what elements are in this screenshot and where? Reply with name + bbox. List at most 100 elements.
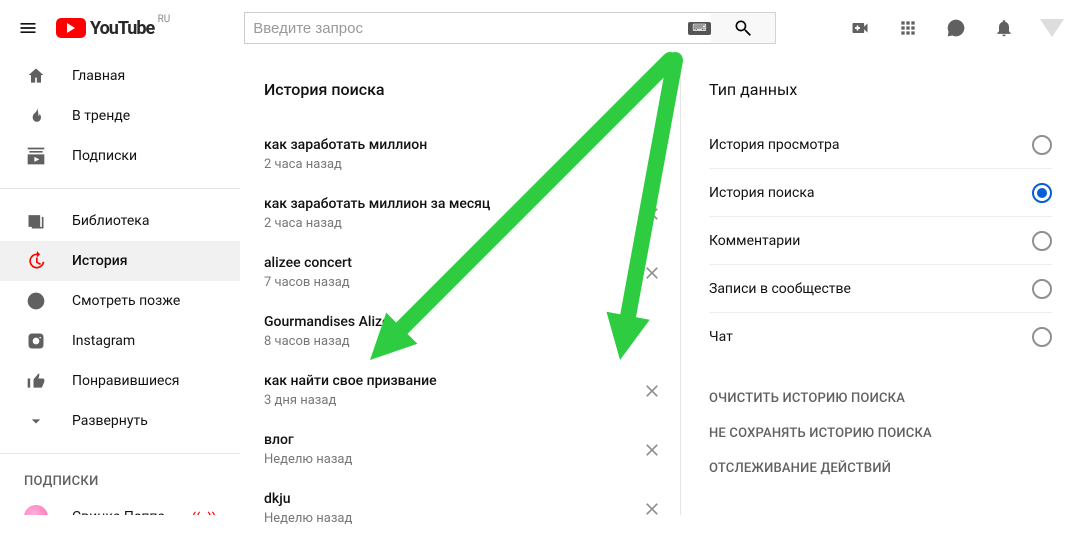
history-timestamp: 7 часов назад [264, 275, 632, 290]
history-type-label: История поиска [709, 185, 815, 201]
channel-name: Свинка Пеппа... [72, 509, 192, 515]
main-content: История поиска как заработать миллион 2 ч… [240, 56, 1080, 515]
history-type-option[interactable]: Комментарии [709, 217, 1052, 265]
sidebar-item-label: Instagram [72, 333, 135, 349]
avatar-triangle-icon [1040, 19, 1064, 37]
history-type-label: Комментарии [709, 233, 800, 249]
keyboard-icon[interactable]: ⌨ [688, 22, 710, 35]
history-type-option[interactable]: Чат [709, 313, 1052, 361]
grid-icon [898, 18, 918, 38]
video-plus-icon [850, 18, 870, 38]
sidebar-item-label: Смотреть позже [72, 293, 180, 309]
logo-text: YouTube [90, 18, 154, 39]
sidebar-nav: Главная В тренде Подписки Библиотека Истори… [0, 56, 240, 515]
history-type-panel: Тип данных История просмотраИстория поис… [680, 56, 1080, 515]
history-type-option[interactable]: Записи в сообществе [709, 265, 1052, 313]
delete-entry-button[interactable] [632, 440, 672, 460]
search-input[interactable] [244, 12, 724, 44]
search-button[interactable] [711, 12, 776, 44]
sidebar-subs-heading: ПОДПИСКИ [0, 466, 240, 497]
trending-icon [24, 104, 48, 128]
history-type-label: Записи в сообществе [709, 281, 851, 297]
history-timestamp: 2 часа назад [264, 157, 632, 172]
history-type-option[interactable]: История просмотра [709, 121, 1052, 169]
history-type-label: Чат [709, 329, 733, 345]
history-query: как найти свое призвание [264, 373, 632, 389]
sidebar-item-смотреть-позже[interactable]: Смотреть позже [0, 281, 240, 321]
header-actions [848, 16, 1064, 40]
sidebar-item-библиотека[interactable]: Библиотека [0, 201, 240, 241]
apps-button[interactable] [896, 16, 920, 40]
radio-icon [1032, 183, 1052, 203]
search-history-column: История поиска как заработать миллион 2 ч… [240, 56, 680, 515]
channel-avatar [24, 505, 48, 515]
history-timestamp: Неделю назад [264, 511, 632, 526]
watch-later-icon [24, 289, 48, 313]
sidebar-item-label: Главная [72, 68, 125, 84]
history-title: История поиска [264, 80, 672, 99]
instagram-icon [24, 329, 48, 353]
history-entry[interactable]: dkju Неделю назад [264, 481, 672, 540]
close-icon [642, 499, 662, 519]
history-type-label: История просмотра [709, 137, 840, 153]
history-query: как заработать миллион [264, 137, 632, 153]
history-entry[interactable]: alizee concert 7 часов назад [264, 245, 672, 304]
home-icon [24, 64, 48, 88]
delete-entry-button[interactable] [632, 204, 672, 224]
chat-bubble-icon [946, 18, 966, 38]
history-entry[interactable]: как заработать миллион 2 часа назад [264, 127, 672, 186]
history-action-link[interactable]: ОТСЛЕЖИВАНИЕ ДЕЙСТВИЙ [709, 451, 1052, 486]
history-action-link[interactable]: ОЧИСТИТЬ ИСТОРИЮ ПОИСКА [709, 381, 1052, 416]
locale-badge: RU [158, 14, 171, 25]
history-entry[interactable]: как заработать миллион за месяц2 часа на… [264, 186, 672, 245]
radio-icon [1032, 135, 1052, 155]
subscription-item[interactable]: Свинка Пеппа...((●)) [0, 497, 240, 515]
close-icon [642, 263, 662, 283]
hamburger-menu-button[interactable] [16, 16, 40, 40]
sidebar-item-label: Подписки [72, 148, 137, 164]
youtube-logo[interactable]: YouTube RU [56, 18, 154, 39]
sidebar-item-подписки[interactable]: Подписки [0, 136, 240, 176]
radio-icon [1032, 279, 1052, 299]
sidebar-item-история[interactable]: История [0, 241, 240, 281]
history-timestamp: 3 дня назад [264, 393, 632, 408]
history-entry[interactable]: как найти свое призвание 3 дня назад [264, 363, 672, 422]
radio-icon [1032, 327, 1052, 347]
live-badge-icon: ((●)) [192, 510, 216, 515]
sidebar-item-понравившиеся[interactable]: Понравившиеся [0, 361, 240, 401]
history-query: alizee concert [264, 255, 632, 271]
sidebar-divider [0, 188, 240, 189]
delete-entry-button[interactable] [632, 263, 672, 283]
sidebar-item-label: История [72, 253, 127, 269]
notifications-button[interactable] [992, 16, 1016, 40]
sidebar-item-label: Библиотека [72, 213, 149, 229]
youtube-play-icon [56, 18, 86, 38]
hamburger-icon [18, 18, 38, 38]
history-timestamp: Неделю назад [264, 452, 632, 467]
sidebar-item-главная[interactable]: Главная [0, 56, 240, 96]
sidebar-item-instagram[interactable]: Instagram [0, 321, 240, 361]
history-action-link[interactable]: НЕ СОХРАНЯТЬ ИСТОРИЮ ПОИСКА [709, 416, 1052, 451]
library-icon [24, 209, 48, 233]
sidebar-item-в-тренде[interactable]: В тренде [0, 96, 240, 136]
history-timestamp: 2 часа назад [264, 216, 632, 231]
history-type-option[interactable]: История поиска [709, 169, 1052, 217]
delete-entry-button[interactable] [632, 499, 672, 519]
search-bar: ⌨ [244, 12, 775, 44]
sidebar-item-label: Развернуть [72, 413, 148, 429]
radio-icon [1032, 231, 1052, 251]
account-avatar[interactable] [1040, 16, 1064, 40]
messages-button[interactable] [944, 16, 968, 40]
history-timestamp: 8 часов назад [264, 334, 632, 349]
bell-icon [994, 18, 1014, 38]
history-entry[interactable]: влогНеделю назад [264, 422, 672, 481]
history-query: dkju [264, 491, 632, 507]
delete-entry-button[interactable] [632, 381, 672, 401]
history-entry[interactable]: Gourmandises Alize8 часов назад [264, 304, 672, 363]
sidebar-item-label: В тренде [72, 108, 130, 124]
create-video-button[interactable] [848, 16, 872, 40]
subscriptions-icon [24, 144, 48, 168]
liked-icon [24, 369, 48, 393]
expand-icon [24, 409, 48, 433]
sidebar-item-развернуть[interactable]: Развернуть [0, 401, 240, 441]
